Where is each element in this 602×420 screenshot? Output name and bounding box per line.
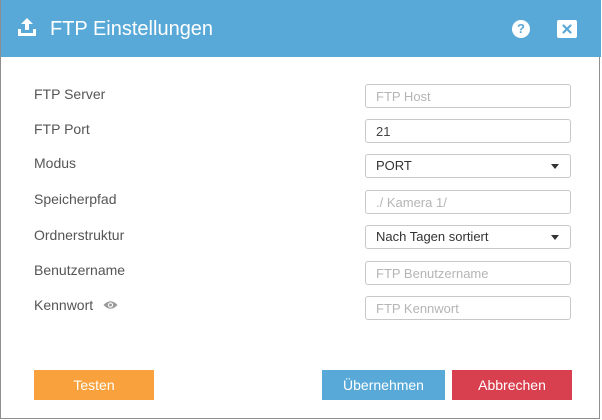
upload-icon [16, 16, 38, 38]
dialog-titlebar: FTP Einstellungen ? [1, 0, 601, 57]
ftp-port-label: FTP Port [34, 121, 90, 137]
cancel-button[interactable]: Abbrechen [452, 370, 572, 400]
eye-icon[interactable] [103, 296, 118, 314]
username-input[interactable] [365, 261, 571, 285]
mode-selected-value: PORT [376, 158, 412, 173]
help-icon[interactable]: ? [512, 20, 530, 38]
apply-button[interactable]: Übernehmen [322, 370, 445, 400]
folder-structure-select[interactable]: Nach Tagen sortiert [365, 225, 571, 249]
folder-structure-label: Ordnerstruktur [34, 227, 125, 243]
dialog-title: FTP Einstellungen [50, 18, 214, 40]
storage-path-input[interactable] [365, 190, 571, 214]
password-label: Kennwort [34, 297, 94, 313]
test-button[interactable]: Testen [34, 370, 154, 400]
ftp-server-label: FTP Server [34, 86, 106, 102]
close-icon[interactable] [557, 20, 577, 38]
password-input[interactable] [365, 296, 571, 320]
mode-label: Modus [34, 155, 77, 171]
chevron-down-icon [551, 235, 559, 240]
ftp-settings-dialog: FTP Einstellungen ? FTP Server FTP Port … [0, 0, 601, 419]
password-label-row: Kennwort [34, 296, 118, 315]
mode-select[interactable]: PORT [365, 154, 571, 178]
username-label: Benutzername [34, 262, 126, 278]
storage-path-label: Speicherpfad [34, 191, 117, 207]
chevron-down-icon [551, 164, 559, 169]
ftp-server-input[interactable] [365, 84, 571, 108]
ftp-port-input[interactable] [365, 119, 571, 143]
folder-structure-selected-value: Nach Tagen sortiert [376, 229, 489, 244]
